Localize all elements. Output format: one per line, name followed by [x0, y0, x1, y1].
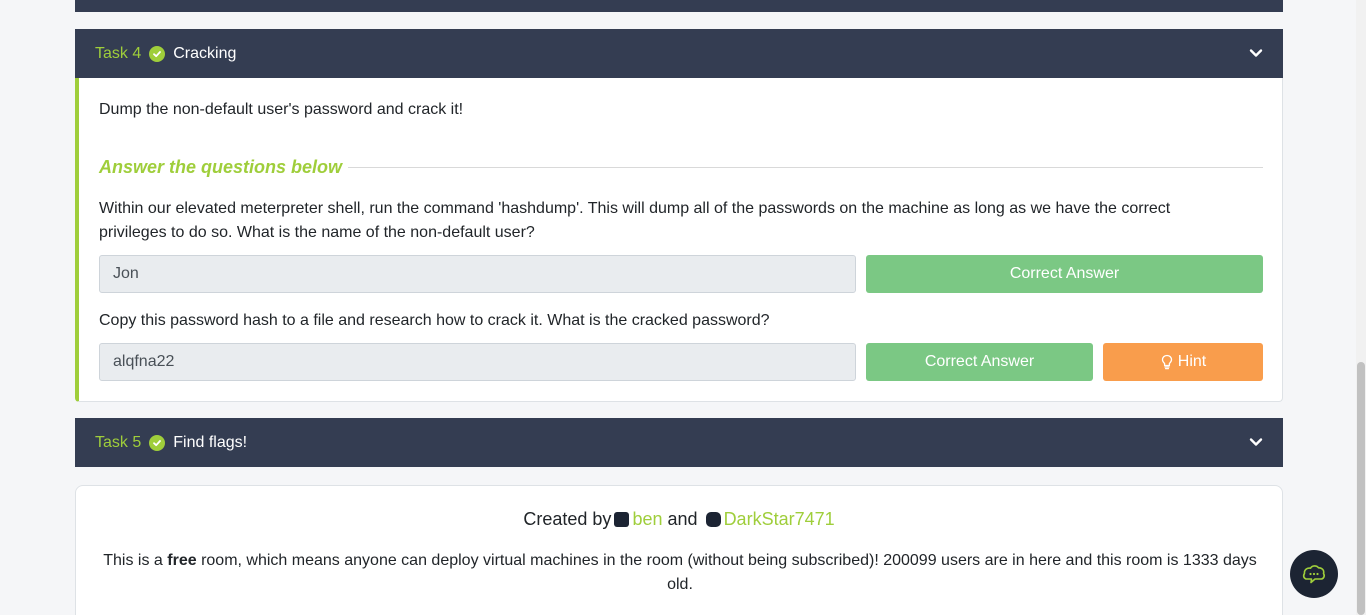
- correct-answer-button-1[interactable]: Correct Answer: [866, 255, 1263, 293]
- created-by-label: Created by: [523, 509, 612, 529]
- scrollbar-thumb[interactable]: [1357, 362, 1365, 615]
- question-1-text: Within our elevated meterpreter shell, r…: [99, 200, 1171, 241]
- check-circle-icon: [149, 45, 166, 62]
- task-4-body: Dump the non-default user's password and…: [75, 78, 1283, 402]
- author-link-darkstar[interactable]: DarkStar7471: [724, 509, 835, 529]
- task-4-header[interactable]: Task 4 Cracking: [75, 29, 1283, 78]
- question-2-text: Copy this password hash to a file and re…: [99, 312, 770, 329]
- room-info-card: Created by ben and DarkStar7471 This is a…: [75, 485, 1283, 615]
- free-label: free: [167, 552, 197, 569]
- avatar: [614, 512, 630, 527]
- created-by-line: Created by ben and DarkStar7471: [76, 509, 1282, 530]
- page-scrollbar[interactable]: [1356, 0, 1366, 615]
- answer-questions-heading: Answer the questions below: [99, 157, 343, 177]
- and-label: and: [667, 509, 698, 529]
- hint-button[interactable]: Hint: [1103, 343, 1263, 381]
- task-description: Dump the non-default user's password and…: [99, 101, 464, 118]
- room-info-text: This is a free room, which means anyone …: [96, 549, 1264, 597]
- chat-bubble-icon: [1302, 565, 1325, 584]
- avatar: [705, 512, 721, 527]
- hint-label: Hint: [1177, 353, 1207, 370]
- check-circle-icon: [149, 434, 166, 451]
- task-title: Cracking: [173, 44, 237, 62]
- divider: [348, 167, 1263, 168]
- correct-answer-button-2[interactable]: Correct Answer: [866, 343, 1093, 381]
- task-title: Find flags!: [173, 433, 248, 451]
- lightbulb-icon: [1161, 354, 1172, 370]
- task-5-header[interactable]: Task 5 Find flags!: [75, 418, 1283, 467]
- info-suffix: room, which means anyone can deploy virt…: [201, 552, 1257, 593]
- chevron-down-icon[interactable]: [1249, 435, 1263, 449]
- task-number: Task 5: [95, 433, 142, 451]
- chevron-down-icon[interactable]: [1249, 46, 1263, 60]
- chat-support-button[interactable]: [1290, 550, 1338, 598]
- author-link-ben[interactable]: ben: [632, 509, 662, 529]
- previous-task-header[interactable]: [75, 0, 1283, 12]
- answer-input-1[interactable]: Jon: [99, 255, 856, 293]
- info-prefix: This is a: [103, 552, 163, 569]
- answer-input-2[interactable]: alqfna22: [99, 343, 856, 381]
- task-number: Task 4: [95, 44, 142, 62]
